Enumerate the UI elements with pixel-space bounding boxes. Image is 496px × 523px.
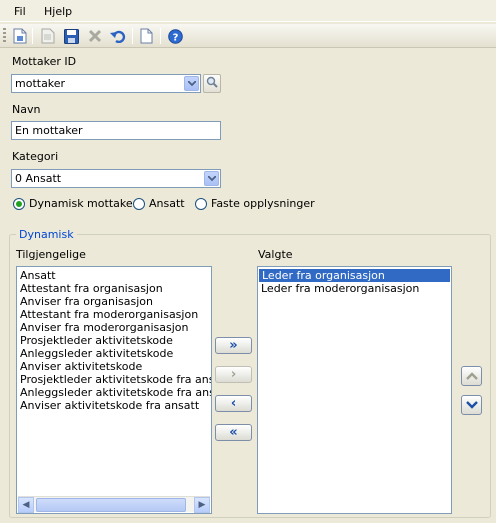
svg-text:?: ? (172, 32, 178, 43)
dynamic-group-title: Dynamisk (16, 228, 77, 241)
selected-listbox[interactable]: Leder fra organisasjon Leder fra moderor… (257, 266, 452, 514)
toolbar-separator (32, 28, 33, 44)
available-label: Tilgjengelige (16, 248, 86, 261)
selected-label: Valgte (258, 248, 293, 261)
list-item[interactable]: Anleggsleder aktivitetskode (17, 347, 211, 360)
list-item[interactable]: Ansatt (17, 269, 211, 282)
toolbar-separator (132, 28, 133, 44)
chevron-down-icon[interactable] (204, 171, 219, 186)
radio-dot (133, 197, 145, 210)
recipient-id-combo[interactable]: mottaker (11, 74, 201, 93)
list-item[interactable]: Prosjektleder aktivitetskode fra ansatt (17, 373, 211, 386)
move-up-button[interactable] (461, 366, 482, 386)
list-item[interactable]: Leder fra organisasjon (259, 269, 450, 282)
horizontal-scrollbar[interactable]: ◀ ▶ (18, 496, 210, 513)
menu-file[interactable]: Fil (14, 5, 26, 18)
chevron-down-icon (465, 399, 478, 412)
list-item[interactable]: Anleggsleder aktivitetskode fra ansatt (17, 386, 211, 399)
remove-all-button[interactable]: « (215, 424, 252, 441)
chevron-down-icon[interactable] (184, 76, 199, 91)
list-item[interactable]: Anviser aktivitetskode (17, 360, 211, 373)
menu-help[interactable]: Hjelp (44, 5, 72, 18)
radio-label: Faste opplysninger (211, 197, 315, 210)
available-listbox[interactable]: Ansatt Attestant fra organisasjon Anvise… (16, 266, 212, 514)
list-item[interactable]: Leder fra moderorganisasjon (258, 282, 451, 295)
recipient-id-label: Mottaker ID (12, 55, 77, 68)
search-button[interactable] (203, 74, 221, 93)
list-item[interactable]: Anviser fra moderorganisasjon (17, 321, 211, 334)
category-label: Kategori (12, 150, 59, 163)
scroll-left-icon[interactable]: ◀ (18, 497, 34, 513)
scroll-right-icon[interactable]: ▶ (194, 497, 210, 513)
radio-dot (13, 197, 25, 210)
chevron-up-icon (465, 370, 478, 383)
radio-label: Ansatt (149, 197, 185, 210)
recipient-id-value: mottaker (15, 77, 66, 90)
category-value: 0 Ansatt (15, 172, 62, 185)
list-item[interactable]: Prosjektleder aktivitetskode (17, 334, 211, 347)
radio-label: Dynamisk mottaker (29, 197, 138, 210)
undo-icon[interactable] (109, 27, 127, 45)
list-item[interactable]: Attestant fra organisasjon (17, 282, 211, 295)
radio-employee[interactable]: Ansatt (133, 197, 185, 210)
remove-button[interactable]: ‹ (215, 395, 252, 412)
new-doc-icon[interactable] (11, 27, 29, 45)
toolbar-separator (160, 28, 161, 44)
list-item[interactable]: Anviser aktivitetskode fra ansatt (17, 399, 211, 412)
name-input[interactable]: En mottaker (11, 121, 221, 140)
category-combo[interactable]: 0 Ansatt (11, 169, 221, 188)
add-button[interactable]: › (215, 366, 252, 383)
toolbar: ? (0, 24, 496, 48)
radio-fixed-info[interactable]: Faste opplysninger (195, 197, 315, 210)
page-icon[interactable] (39, 27, 57, 45)
list-item[interactable]: Anviser fra organisasjon (17, 295, 211, 308)
name-label: Navn (12, 103, 41, 116)
menu-bar: Fil Hjelp (0, 0, 496, 22)
search-icon (206, 76, 218, 91)
add-all-button[interactable]: » (215, 337, 252, 354)
radio-dot (195, 197, 207, 210)
radio-dynamic-recipient[interactable]: Dynamisk mottaker (13, 197, 137, 210)
delete-icon[interactable] (86, 27, 104, 45)
toolbar-grip[interactable] (3, 28, 6, 44)
list-item[interactable]: Attestant fra moderorganisasjon (17, 308, 211, 321)
help-icon[interactable]: ? (166, 27, 184, 45)
scrollbar-thumb[interactable] (36, 498, 186, 512)
move-down-button[interactable] (461, 395, 482, 415)
blank-page-icon[interactable] (137, 27, 155, 45)
save-icon[interactable] (62, 27, 80, 45)
